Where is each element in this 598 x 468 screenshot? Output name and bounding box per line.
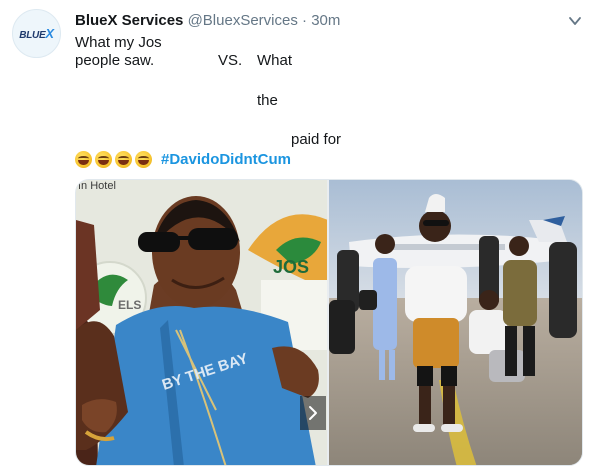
tweet-text-line: What [257,52,293,69]
chevron-right-icon [309,406,317,420]
tweet-header: BlueX Services @BluexServices · 30m [75,11,340,31]
rolling-laughing-face-icon [75,150,92,168]
display-name[interactable]: BlueX Services [75,12,183,29]
user-handle[interactable]: @BluexServices [188,12,298,29]
hashtag-link[interactable]: #DavidoDidntCum [161,151,291,168]
emoji-hashtag-line: #DavidoDidntCum [75,149,291,169]
separator-dot: · [302,12,308,29]
tweet-text-line: people saw. [75,52,155,69]
more-options-chevron-down-icon[interactable] [566,12,584,30]
photo-left-sign-text: ELS [118,298,142,312]
tweet[interactable]: BLUEX BlueX Services @BluexServices · 30… [0,0,598,468]
photo-left-hotel-text: ın Hotel [78,180,116,192]
photo-left[interactable]: BY THE BAY ın Hotel ELS JOS [76,180,327,465]
rolling-laughing-face-icon [95,150,112,168]
avatar[interactable]: BLUEX [12,9,61,58]
next-photo-button[interactable] [300,396,326,430]
photo-right[interactable] [329,180,582,465]
rolling-laughing-face-icon [115,150,132,168]
photo-right-illustration [329,180,582,465]
photo-left-illustration: BY THE BAY [76,180,327,465]
timestamp[interactable]: 30m [311,12,340,29]
tweet-text-line: the [257,92,278,109]
media-attachments: BY THE BAY ın Hotel ELS JOS [75,179,583,466]
bluex-logo: BLUEX [19,26,54,41]
rolling-laughing-face-icon [135,150,152,168]
tweet-text-line: VS. [218,52,243,69]
tweet-text-line: paid for [291,131,342,148]
tweet-text-line: What my Jos [75,34,162,51]
photo-left-logo-text: JOS [273,257,310,277]
